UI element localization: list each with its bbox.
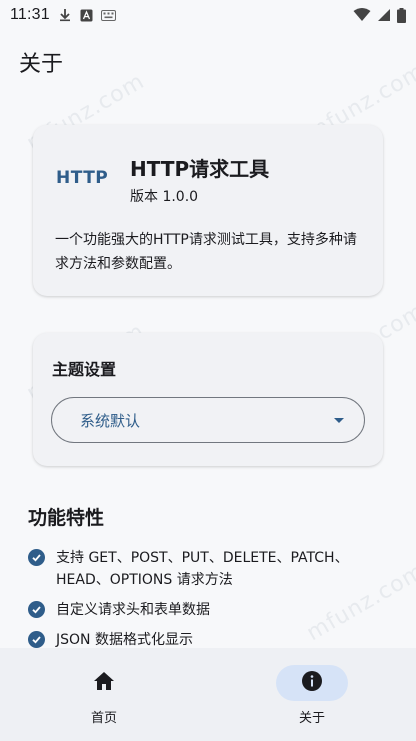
status-bar: 11:31 xyxy=(0,0,416,30)
theme-card: 主题设置 系统默认 xyxy=(33,333,383,466)
theme-dropdown[interactable]: 系统默认 xyxy=(51,397,365,443)
check-circle-icon xyxy=(28,601,45,618)
app-description: 一个功能强大的HTTP请求测试工具，支持多种请求方法和参数配置。 xyxy=(55,232,357,272)
theme-dropdown-value: 系统默认 xyxy=(80,411,141,430)
bottom-navigation: 首页 关于 xyxy=(0,648,416,741)
text-a-icon xyxy=(80,9,93,22)
page-title: 关于 xyxy=(19,52,64,77)
feature-list: 支持 GET、POST、PUT、DELETE、PATCH、HEAD、OPTION… xyxy=(28,547,368,659)
wifi-icon xyxy=(353,8,371,22)
nav-item-about[interactable]: 关于 xyxy=(208,648,416,741)
nav-pill xyxy=(68,665,140,701)
check-circle-icon xyxy=(28,631,45,648)
home-icon xyxy=(93,671,115,695)
theme-section-title: 主题设置 xyxy=(52,360,117,379)
about-card: HTTP HTTP请求工具 版本 1.0.0 一个功能强大的HTTP请求测试工具… xyxy=(33,125,383,296)
nav-label-about: 关于 xyxy=(298,711,325,726)
list-item: 支持 GET、POST、PUT、DELETE、PATCH、HEAD、OPTION… xyxy=(28,547,368,591)
status-left: 11:31 xyxy=(10,6,116,24)
download-icon xyxy=(58,8,72,22)
nav-pill-active xyxy=(276,665,348,701)
info-icon xyxy=(301,670,323,696)
signal-icon xyxy=(377,8,391,22)
feature-text: 自定义请求头和表单数据 xyxy=(56,602,210,618)
app-logo: HTTP xyxy=(56,168,109,188)
status-right xyxy=(353,7,406,23)
status-time: 11:31 xyxy=(10,6,50,23)
nav-item-home[interactable]: 首页 xyxy=(0,648,208,741)
feature-text: 支持 GET、POST、PUT、DELETE、PATCH、HEAD、OPTION… xyxy=(56,550,349,588)
app-version: 版本 1.0.0 xyxy=(130,189,199,205)
dropdown-arrow-icon xyxy=(334,417,344,423)
list-item: 自定义请求头和表单数据 xyxy=(28,599,368,621)
check-circle-icon xyxy=(28,549,45,566)
features-title: 功能特性 xyxy=(28,507,105,529)
keyboard-icon xyxy=(100,9,116,21)
nav-label-home: 首页 xyxy=(90,711,117,726)
app-name: HTTP请求工具 xyxy=(130,157,270,181)
battery-icon xyxy=(397,7,406,23)
